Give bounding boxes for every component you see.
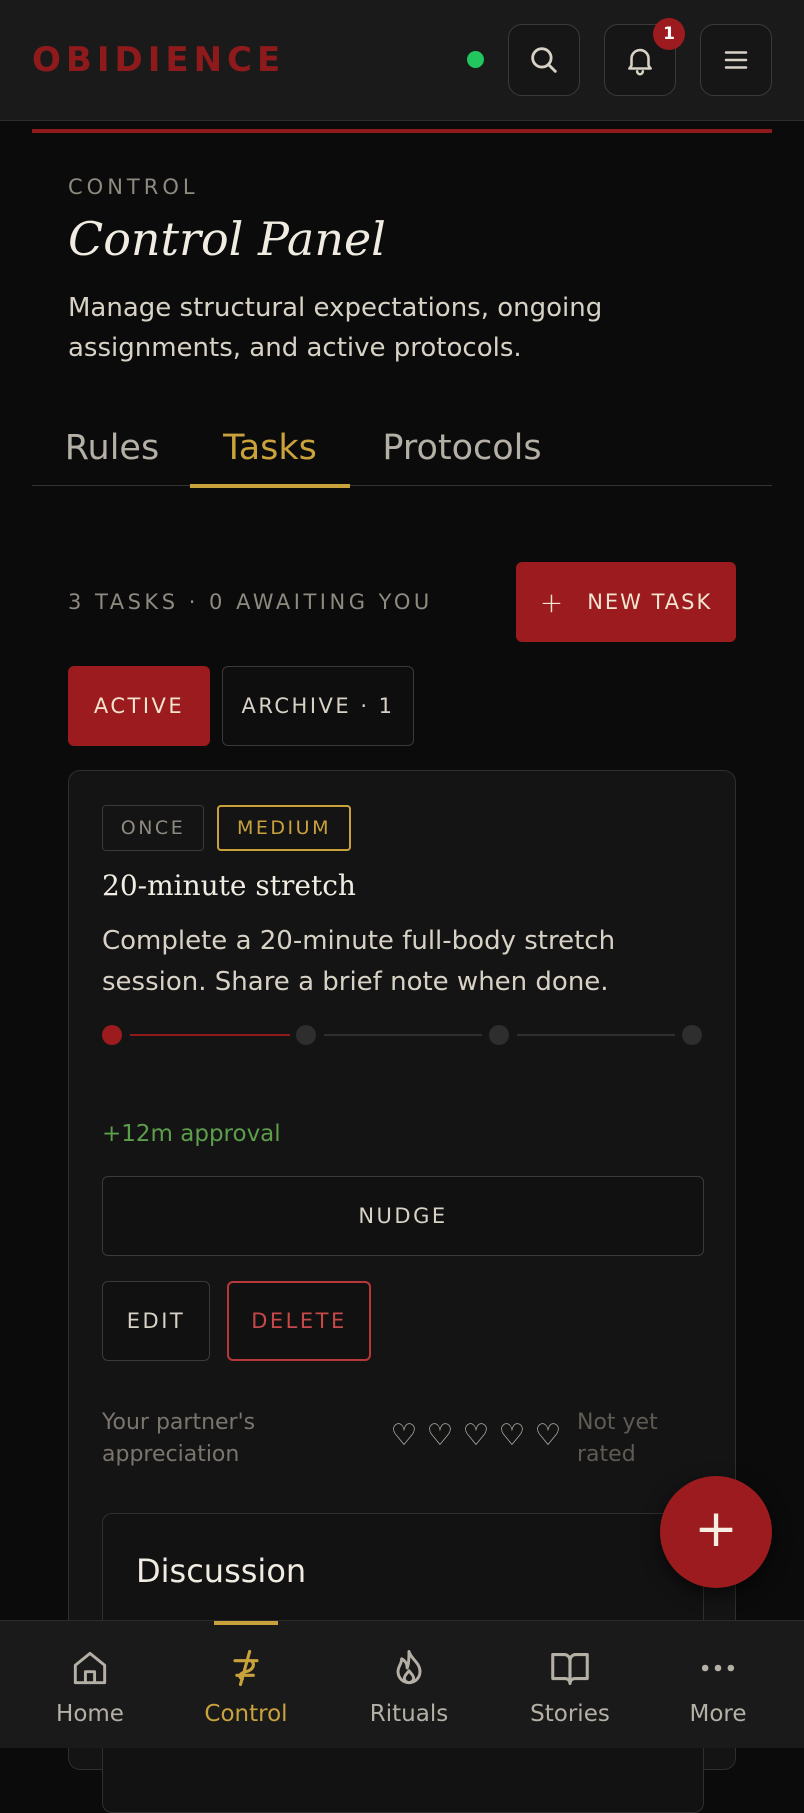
heart-icon[interactable]: ♡ [497, 1421, 527, 1451]
tab-protocols[interactable]: Protocols [362, 410, 562, 486]
appreciation-label: Your partner's appreciation [102, 1410, 256, 1467]
nav-control[interactable]: Control [166, 1621, 326, 1749]
appreciation-rating[interactable]: ♡ ♡ ♡ ♡ ♡ [389, 1421, 563, 1451]
plus-icon: + [539, 585, 566, 619]
section-eyebrow: CONTROL [68, 175, 199, 199]
heart-icon[interactable]: ♡ [461, 1421, 491, 1451]
progress-connector [517, 1034, 675, 1036]
heart-icon[interactable]: ♡ [533, 1421, 563, 1451]
progress-step-2 [296, 1025, 316, 1045]
progress-connector [324, 1034, 482, 1036]
bottom-navigation: Home Control Rituals Stories More [0, 1620, 804, 1748]
priority-badge: MEDIUM [217, 805, 351, 851]
nav-label: Home [56, 1701, 124, 1727]
nav-label: Control [204, 1701, 288, 1727]
delete-button[interactable]: DELETE [227, 1281, 371, 1361]
nav-home[interactable]: Home [10, 1621, 170, 1749]
tab-bar: Rules Tasks Protocols [32, 410, 772, 488]
nav-label: More [689, 1701, 747, 1727]
tab-rules[interactable]: Rules [32, 410, 192, 486]
more-icon [701, 1664, 735, 1672]
nav-rituals[interactable]: Rituals [329, 1621, 489, 1749]
page-title: Control Panel [68, 212, 386, 266]
new-task-label: NEW TASK [587, 590, 713, 614]
progress-step-1 [102, 1025, 122, 1045]
task-title: 20-minute stretch [102, 869, 356, 902]
tab-tasks[interactable]: Tasks [190, 410, 350, 488]
notifications-button[interactable]: 1 [604, 18, 685, 96]
progress-step-4 [682, 1025, 702, 1045]
menu-button[interactable] [700, 24, 772, 96]
search-icon [531, 47, 557, 73]
discussion-title: Discussion [136, 1552, 307, 1590]
nav-label: Rituals [369, 1701, 449, 1727]
nudge-button[interactable]: NUDGE [102, 1176, 704, 1256]
heart-icon[interactable]: ♡ [389, 1421, 419, 1451]
approval-reward: +12m approval [102, 1121, 281, 1147]
nav-stories[interactable]: Stories [490, 1621, 650, 1749]
home-icon [73, 1651, 107, 1685]
edit-button[interactable]: EDIT [102, 1281, 210, 1361]
online-status-dot [467, 51, 484, 68]
progress-connector [130, 1034, 290, 1036]
frequency-badge: ONCE [102, 805, 204, 851]
progress-step-3 [489, 1025, 509, 1045]
filter-archive-button[interactable]: ARCHIVE · 1 [222, 666, 414, 746]
heart-icon[interactable]: ♡ [425, 1421, 455, 1451]
page-description: Manage structural expectations, ongoing … [68, 293, 603, 363]
rating-status: Not yet rated [577, 1410, 658, 1467]
filter-active-button[interactable]: ACTIVE [68, 666, 210, 746]
nav-more[interactable]: More [638, 1621, 798, 1749]
bell-icon [628, 48, 652, 76]
hamburger-menu-icon [724, 51, 748, 69]
control-icon [233, 1649, 259, 1687]
new-task-button[interactable]: + NEW TASK [516, 562, 736, 642]
search-button[interactable] [508, 24, 580, 96]
nav-label: Stories [530, 1701, 610, 1727]
flame-icon [396, 1650, 422, 1685]
accent-divider [32, 129, 772, 133]
add-fab-button[interactable]: + [660, 1476, 772, 1588]
brand-logo[interactable]: OBIDIENCE [32, 40, 285, 80]
top-bar: OBIDIENCE 1 [0, 0, 804, 121]
notification-count-badge: 1 [653, 18, 685, 50]
book-icon [551, 1653, 589, 1685]
task-count-summary: 3 TASKS · 0 AWAITING YOU [68, 590, 433, 614]
task-description: Complete a 20-minute full-body stretch s… [102, 926, 616, 997]
task-progress-tracker [102, 1023, 704, 1047]
